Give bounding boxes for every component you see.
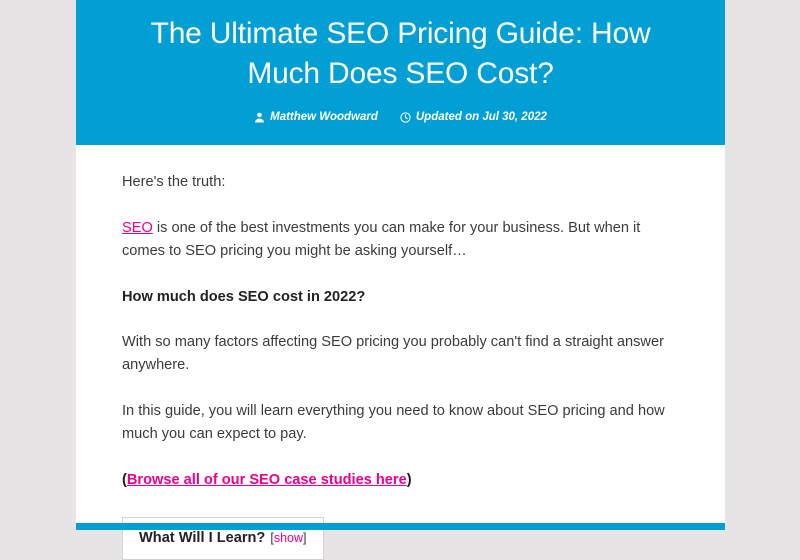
paragraph-seo-investment: SEO is one of the best investments you c… (122, 217, 679, 263)
case-studies-link[interactable]: Browse all of our SEO case studies here (127, 472, 407, 488)
article-body: Here's the truth: SEO is one of the best… (76, 145, 725, 560)
author-name: Matthew Woodward (270, 111, 378, 123)
paragraph-intro: Here's the truth: (122, 174, 226, 190)
page-title: The Ultimate SEO Pricing Guide: How Much… (150, 17, 651, 90)
article-meta: Matthew Woodward Updated on Jul 30, 2022 (116, 111, 685, 123)
user-icon (254, 112, 265, 123)
updated-meta: Updated on Jul 30, 2022 (400, 111, 547, 123)
page-wrapper: The Ultimate SEO Pricing Guide: How Much… (0, 0, 800, 560)
article-header: The Ultimate SEO Pricing Guide: How Much… (76, 0, 725, 145)
author-meta: Matthew Woodward (254, 111, 378, 123)
paragraph-guide-summary: In this guide, you will learn everything… (122, 403, 665, 442)
subheading-cost-question: How much does SEO cost in 2022? (122, 289, 366, 305)
toc-toggle-wrapper: [show] (270, 531, 306, 545)
clock-icon (400, 111, 411, 123)
paragraph-factors: With so many factors affecting SEO prici… (122, 334, 664, 373)
paragraph-case-studies: (Browse all of our SEO case studies here… (122, 469, 679, 492)
updated-date: Updated on Jul 30, 2022 (415, 111, 547, 123)
paragraph-seo-investment-text: is one of the best investments you can m… (122, 220, 641, 259)
close-paren: ) (406, 472, 412, 488)
toc-title: What Will I Learn? (139, 530, 266, 546)
toc-show-toggle[interactable]: show (274, 531, 303, 545)
article-container: The Ultimate SEO Pricing Guide: How Much… (76, 0, 725, 560)
bottom-accent-bar (76, 523, 725, 530)
seo-link[interactable]: SEO (122, 220, 153, 236)
toc-toggle-close-bracket: ] (303, 531, 307, 545)
